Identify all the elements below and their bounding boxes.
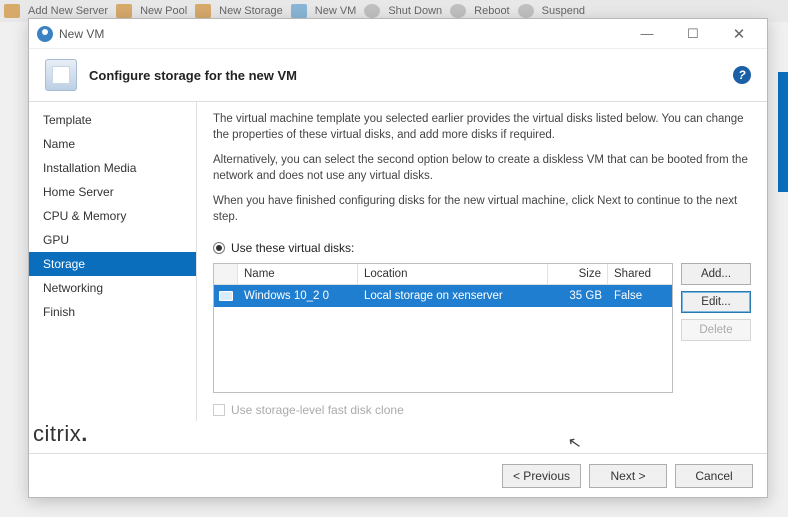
add-disk-button[interactable]: Add...: [681, 263, 751, 285]
checkbox-icon: [213, 404, 225, 416]
page-heading: Configure storage for the new VM: [89, 68, 721, 83]
grid-header: Name Location Size Shared: [214, 264, 672, 285]
background-highlight: [778, 72, 788, 192]
cell-size: 35 GB: [548, 290, 608, 302]
intro-paragraph-2: Alternatively, you can select the second…: [213, 153, 751, 184]
delete-disk-button: Delete: [681, 319, 751, 341]
next-button[interactable]: Next >: [589, 464, 667, 488]
help-icon[interactable]: ?: [733, 66, 751, 84]
radio-icon: [213, 242, 225, 254]
window-title: New VM: [59, 27, 621, 41]
disk-icon: [214, 291, 238, 301]
title-bar: New VM ― ☐ ✕: [29, 19, 767, 49]
sidebar-item-home-server[interactable]: Home Server: [29, 180, 196, 204]
sidebar-item-finish[interactable]: Finish: [29, 300, 196, 324]
close-button[interactable]: ✕: [719, 20, 759, 48]
col-header-location[interactable]: Location: [358, 264, 548, 284]
radio-use-virtual-disks[interactable]: Use these virtual disks:: [213, 241, 751, 255]
virtual-disks-grid[interactable]: Name Location Size Shared Windows 10_2 0…: [213, 263, 673, 393]
sidebar-item-installation-media[interactable]: Installation Media: [29, 156, 196, 180]
new-vm-dialog: New VM ― ☐ ✕ Configure storage for the n…: [28, 18, 768, 498]
minimize-button[interactable]: ―: [627, 20, 667, 48]
cell-shared: False: [608, 290, 672, 302]
cell-name: Windows 10_2 0: [238, 290, 358, 302]
storage-wizard-icon: [45, 59, 77, 91]
sidebar-item-template[interactable]: Template: [29, 108, 196, 132]
radio-use-disks-label: Use these virtual disks:: [231, 241, 354, 255]
disk-action-buttons: Add... Edit... Delete: [681, 263, 751, 393]
sidebar-item-networking[interactable]: Networking: [29, 276, 196, 300]
app-icon: [37, 26, 53, 42]
intro-paragraph-1: The virtual machine template you selecte…: [213, 112, 751, 143]
wizard-header: Configure storage for the new VM ?: [29, 49, 767, 102]
table-row[interactable]: Windows 10_2 0 Local storage on xenserve…: [214, 285, 672, 307]
col-header-shared[interactable]: Shared: [608, 264, 672, 284]
checkbox-fast-disk-clone: Use storage-level fast disk clone: [213, 403, 751, 417]
intro-paragraph-3: When you have finished configuring disks…: [213, 194, 751, 225]
wizard-sidebar: Template Name Installation Media Home Se…: [29, 102, 197, 421]
sidebar-item-storage[interactable]: Storage: [29, 252, 196, 276]
wizard-footer: < Previous Next > Cancel: [29, 453, 767, 497]
content-area: The virtual machine template you selecte…: [197, 102, 767, 421]
citrix-brand: citrix.: [29, 421, 92, 453]
col-header-name[interactable]: Name: [238, 264, 358, 284]
sidebar-item-gpu[interactable]: GPU: [29, 228, 196, 252]
cancel-button[interactable]: Cancel: [675, 464, 753, 488]
sidebar-item-cpu-memory[interactable]: CPU & Memory: [29, 204, 196, 228]
grid-corner: [214, 264, 238, 284]
col-header-size[interactable]: Size: [548, 264, 608, 284]
maximize-button[interactable]: ☐: [673, 20, 713, 48]
sidebar-item-name[interactable]: Name: [29, 132, 196, 156]
cell-location: Local storage on xenserver: [358, 290, 548, 302]
previous-button[interactable]: < Previous: [502, 464, 581, 488]
edit-disk-button[interactable]: Edit...: [681, 291, 751, 313]
fast-clone-label: Use storage-level fast disk clone: [231, 403, 404, 417]
